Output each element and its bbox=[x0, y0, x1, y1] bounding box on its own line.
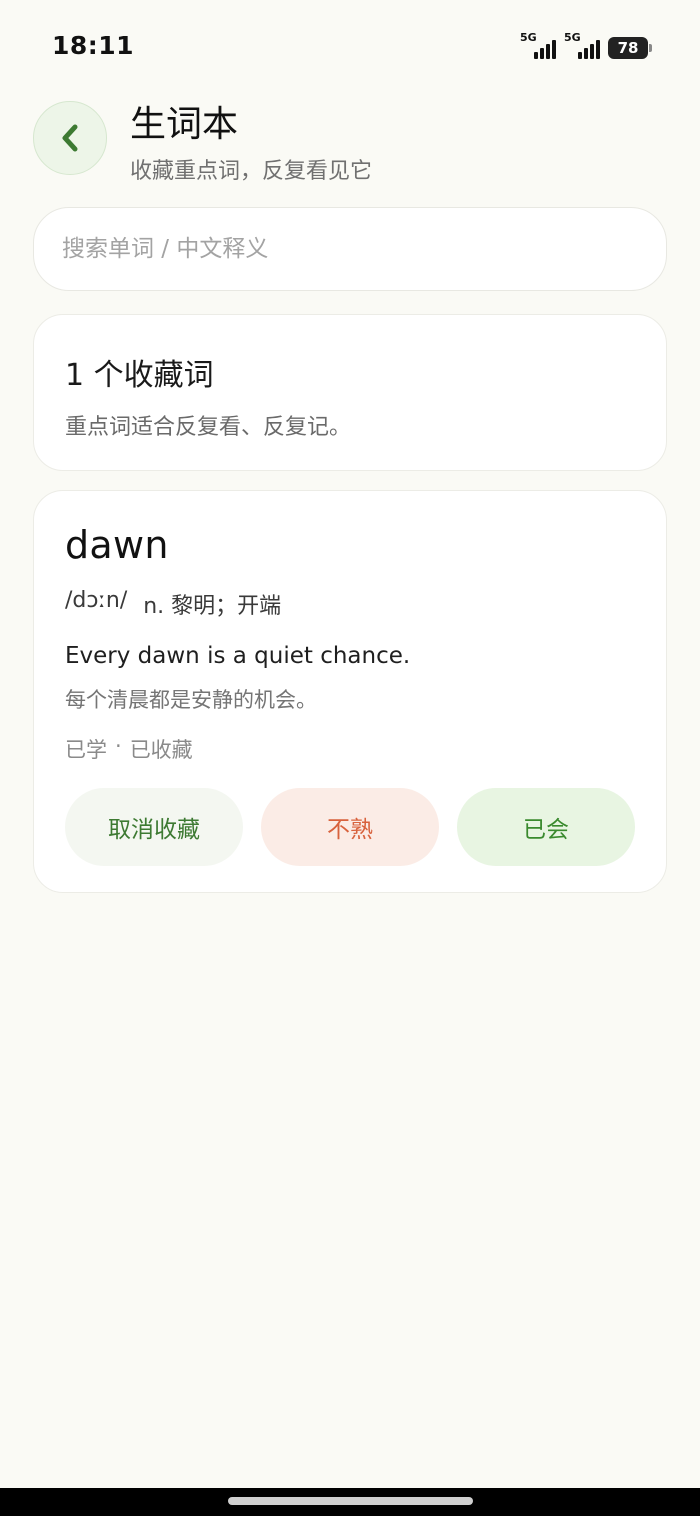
signal-icon-secondary: 5G bbox=[564, 31, 600, 59]
search-input[interactable] bbox=[62, 236, 666, 262]
word-example-translation: 每个清晨都是安静的机会。 bbox=[65, 688, 317, 712]
status-favorited: 已收藏 bbox=[129, 738, 193, 762]
battery-icon: 78 bbox=[608, 37, 652, 59]
status-bar: 18:11 5G 5G 78 bbox=[0, 0, 700, 90]
summary-hint: 重点词适合反复看、反复记。 bbox=[65, 415, 352, 440]
page-title: 生词本 bbox=[130, 104, 239, 145]
known-button[interactable]: 已会 bbox=[457, 788, 635, 866]
status-time: 18:11 bbox=[52, 31, 135, 60]
home-indicator[interactable] bbox=[228, 1497, 473, 1505]
word-actions: 取消收藏 不熟 已会 bbox=[65, 788, 635, 866]
word-example: Every dawn is a quiet chance. bbox=[65, 643, 411, 669]
signal-icon: 5G bbox=[520, 31, 556, 59]
page-subtitle: 收藏重点词，反复看见它 bbox=[130, 159, 373, 184]
back-button[interactable] bbox=[33, 101, 107, 175]
summary-card: 1 个收藏词 重点词适合反复看、反复记。 bbox=[33, 314, 667, 471]
unfamiliar-button[interactable]: 不熟 bbox=[261, 788, 439, 866]
favorite-count: 1 个收藏词 bbox=[65, 358, 214, 393]
word-title: dawn bbox=[65, 523, 169, 567]
word-status: 已学 · 已收藏 bbox=[65, 734, 193, 764]
status-icons: 5G 5G 78 bbox=[520, 31, 652, 59]
unfavorite-button[interactable]: 取消收藏 bbox=[65, 788, 243, 866]
word-phonetic: /dɔːn/ bbox=[65, 588, 128, 613]
status-separator: · bbox=[115, 734, 122, 758]
word-card: dawn /dɔːn/ n. 黎明；开端 Every dawn is a qui… bbox=[33, 490, 667, 893]
word-meta: /dɔːn/ n. 黎明；开端 bbox=[65, 588, 281, 620]
word-definition: n. 黎明；开端 bbox=[143, 594, 282, 619]
battery-level: 78 bbox=[617, 39, 639, 57]
screen: 18:11 5G 5G 78 生词本 收藏重点词，反复看见它 1 个收藏词 重点… bbox=[0, 0, 700, 1516]
chevron-left-icon bbox=[62, 124, 78, 152]
search-box[interactable] bbox=[33, 207, 667, 291]
status-learned: 已学 bbox=[65, 738, 107, 762]
system-nav-bar bbox=[0, 1488, 700, 1516]
